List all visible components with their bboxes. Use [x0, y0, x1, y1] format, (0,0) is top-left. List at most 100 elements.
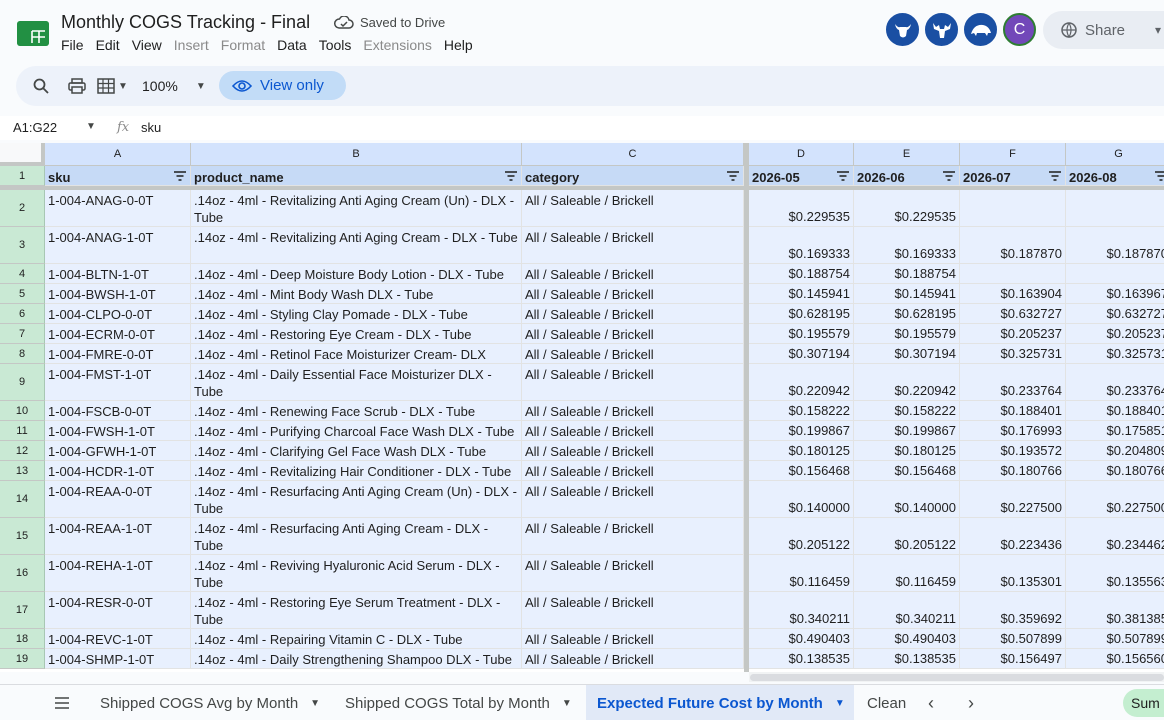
cell-category[interactable]: All / Saleable / Brickell [522, 264, 744, 284]
cell-2026-05[interactable]: $0.490403 [749, 629, 854, 649]
save-status[interactable]: Saved to Drive [334, 15, 445, 30]
cell-sku[interactable]: 1-004-GFWH-1-0T [45, 441, 191, 461]
cell-category[interactable]: All / Saleable / Brickell [522, 555, 744, 592]
cell-2026-08[interactable]: $0.156560 [1066, 649, 1164, 669]
cell-2026-08[interactable]: $0.175851 [1066, 421, 1164, 441]
cell-product-name[interactable]: .14oz - 4ml - Repairing Vitamin C - DLX … [191, 629, 522, 649]
column-header-f[interactable]: F [960, 143, 1066, 166]
cell-2026-08[interactable]: $0.187870 [1066, 227, 1164, 264]
tab-expected-future-cost[interactable]: Expected Future Cost by Month ▼ [586, 685, 854, 720]
cell-2026-08[interactable]: $0.632727 [1066, 304, 1164, 324]
menu-format[interactable]: Format [215, 37, 271, 53]
cell-2026-05[interactable]: $0.220942 [749, 364, 854, 401]
cell-sku[interactable]: 1-004-REAA-1-0T [45, 518, 191, 555]
cell-2026-06[interactable]: $0.490403 [854, 629, 960, 649]
search-menus-button[interactable] [33, 66, 49, 106]
cell-2026-05[interactable]: $0.340211 [749, 592, 854, 629]
select-all-corner[interactable] [0, 143, 45, 166]
cell-2026-05[interactable]: $0.195579 [749, 324, 854, 344]
row-header[interactable]: 16 [0, 555, 45, 592]
cell-product-name[interactable]: .14oz - 4ml - Daily Strengthening Shampo… [191, 649, 522, 669]
menu-help[interactable]: Help [438, 37, 479, 53]
avatar-user[interactable]: C [1003, 13, 1036, 46]
scroll-tabs-left-button[interactable]: ‹ [928, 685, 934, 720]
all-sheets-button[interactable] [44, 685, 80, 720]
cell-sku[interactable]: 1-004-BWSH-1-0T [45, 284, 191, 304]
cell-product-name[interactable]: .14oz - 4ml - Revitalizing Hair Conditio… [191, 461, 522, 481]
filter-icon[interactable] [1155, 171, 1164, 181]
cell-2026-08[interactable]: $0.180766 [1066, 461, 1164, 481]
cell-2026-07[interactable]: $0.180766 [960, 461, 1066, 481]
sum-button[interactable]: Sum [1123, 689, 1164, 717]
cell-2026-07[interactable]: $0.188401 [960, 401, 1066, 421]
tab-clean[interactable]: Clean [867, 685, 906, 720]
share-button[interactable]: Share ▾ [1043, 11, 1164, 49]
cell-product-name[interactable]: .14oz - 4ml - Restoring Eye Serum Treatm… [191, 592, 522, 629]
filter-icon[interactable] [727, 171, 739, 181]
cell-2026-05[interactable]: $0.205122 [749, 518, 854, 555]
cell-2026-05[interactable]: $0.180125 [749, 441, 854, 461]
avatar-armadillo[interactable] [964, 13, 997, 46]
row-header[interactable]: 10 [0, 401, 45, 421]
cell-2026-07[interactable]: $0.156497 [960, 649, 1066, 669]
zoom-select[interactable]: 100% ▼ [142, 66, 206, 106]
cell-sku[interactable]: 1-004-CLPO-0-0T [45, 304, 191, 324]
cell-2026-06[interactable]: $0.138535 [854, 649, 960, 669]
cell-sku[interactable]: 1-004-FMST-1-0T [45, 364, 191, 401]
cell-2026-07[interactable]: $0.632727 [960, 304, 1066, 324]
share-dropdown-icon[interactable]: ▾ [1155, 23, 1161, 37]
menu-extensions[interactable]: Extensions [357, 37, 437, 53]
horizontal-scrollbar-thumb[interactable] [750, 674, 1164, 681]
cell-2026-07[interactable] [960, 264, 1066, 284]
cell-2026-08[interactable]: $0.381385 [1066, 592, 1164, 629]
cell-sku[interactable]: 1-004-ANAG-0-0T [45, 190, 191, 227]
cell-2026-07[interactable]: $0.507899 [960, 629, 1066, 649]
cell-2026-06[interactable]: $0.340211 [854, 592, 960, 629]
menu-insert[interactable]: Insert [168, 37, 215, 53]
cell-product-name[interactable]: .14oz - 4ml - Renewing Face Scrub - DLX … [191, 401, 522, 421]
cell-2026-06[interactable]: $0.180125 [854, 441, 960, 461]
cell-2026-07[interactable]: $0.187870 [960, 227, 1066, 264]
cell-sku[interactable]: 1-004-ANAG-1-0T [45, 227, 191, 264]
cell-2026-06[interactable]: $0.205122 [854, 518, 960, 555]
row-header[interactable]: 2 [0, 190, 45, 227]
header-cell-2026-08[interactable]: 2026-08 [1066, 166, 1164, 186]
cell-2026-08[interactable]: $0.163967 [1066, 284, 1164, 304]
cell-product-name[interactable]: .14oz - 4ml - Mint Body Wash DLX - Tube [191, 284, 522, 304]
column-header-b[interactable]: B [191, 143, 522, 166]
header-cell-2026-05[interactable]: 2026-05 [749, 166, 854, 186]
cell-2026-07[interactable]: $0.205237 [960, 324, 1066, 344]
cell-2026-05[interactable]: $0.145941 [749, 284, 854, 304]
cell-2026-08[interactable]: $0.233764 [1066, 364, 1164, 401]
cell-2026-06[interactable]: $0.307194 [854, 344, 960, 364]
filter-icon[interactable] [1049, 171, 1061, 181]
cell-product-name[interactable]: .14oz - 4ml - Retinol Face Moisturizer C… [191, 344, 522, 364]
print-button[interactable] [68, 66, 86, 106]
cell-2026-05[interactable]: $0.158222 [749, 401, 854, 421]
row-header[interactable]: 3 [0, 227, 45, 264]
cell-sku[interactable]: 1-004-FWSH-1-0T [45, 421, 191, 441]
header-cell-sku[interactable]: sku [45, 166, 191, 186]
menu-data[interactable]: Data [271, 37, 313, 53]
cell-sku[interactable]: 1-004-REHA-1-0T [45, 555, 191, 592]
menu-tools[interactable]: Tools [313, 37, 358, 53]
cell-sku[interactable]: 1-004-FSCB-0-0T [45, 401, 191, 421]
cell-product-name[interactable]: .14oz - 4ml - Resurfacing Anti Aging Cre… [191, 518, 522, 555]
row-header[interactable]: 4 [0, 264, 45, 284]
cell-2026-07[interactable]: $0.135301 [960, 555, 1066, 592]
column-header-e[interactable]: E [854, 143, 960, 166]
cell-2026-07[interactable]: $0.193572 [960, 441, 1066, 461]
tab-chevron-icon[interactable]: ▼ [835, 698, 845, 709]
view-only-button[interactable]: View only [219, 71, 346, 100]
cell-product-name[interactable]: .14oz - 4ml - Clarifying Gel Face Wash D… [191, 441, 522, 461]
spreadsheet-grid[interactable]: A B C D E F G 1 sku product_name category 2026-05 20… [0, 143, 1164, 672]
cell-category[interactable]: All / Saleable / Brickell [522, 649, 744, 669]
cell-2026-05[interactable]: $0.140000 [749, 481, 854, 518]
cell-2026-06[interactable]: $0.140000 [854, 481, 960, 518]
frozen-row-divider[interactable] [0, 186, 1164, 190]
cell-2026-06[interactable]: $0.188754 [854, 264, 960, 284]
header-cell-2026-06[interactable]: 2026-06 [854, 166, 960, 186]
column-header-d[interactable]: D [749, 143, 854, 166]
cell-category[interactable]: All / Saleable / Brickell [522, 344, 744, 364]
cell-2026-06[interactable]: $0.116459 [854, 555, 960, 592]
